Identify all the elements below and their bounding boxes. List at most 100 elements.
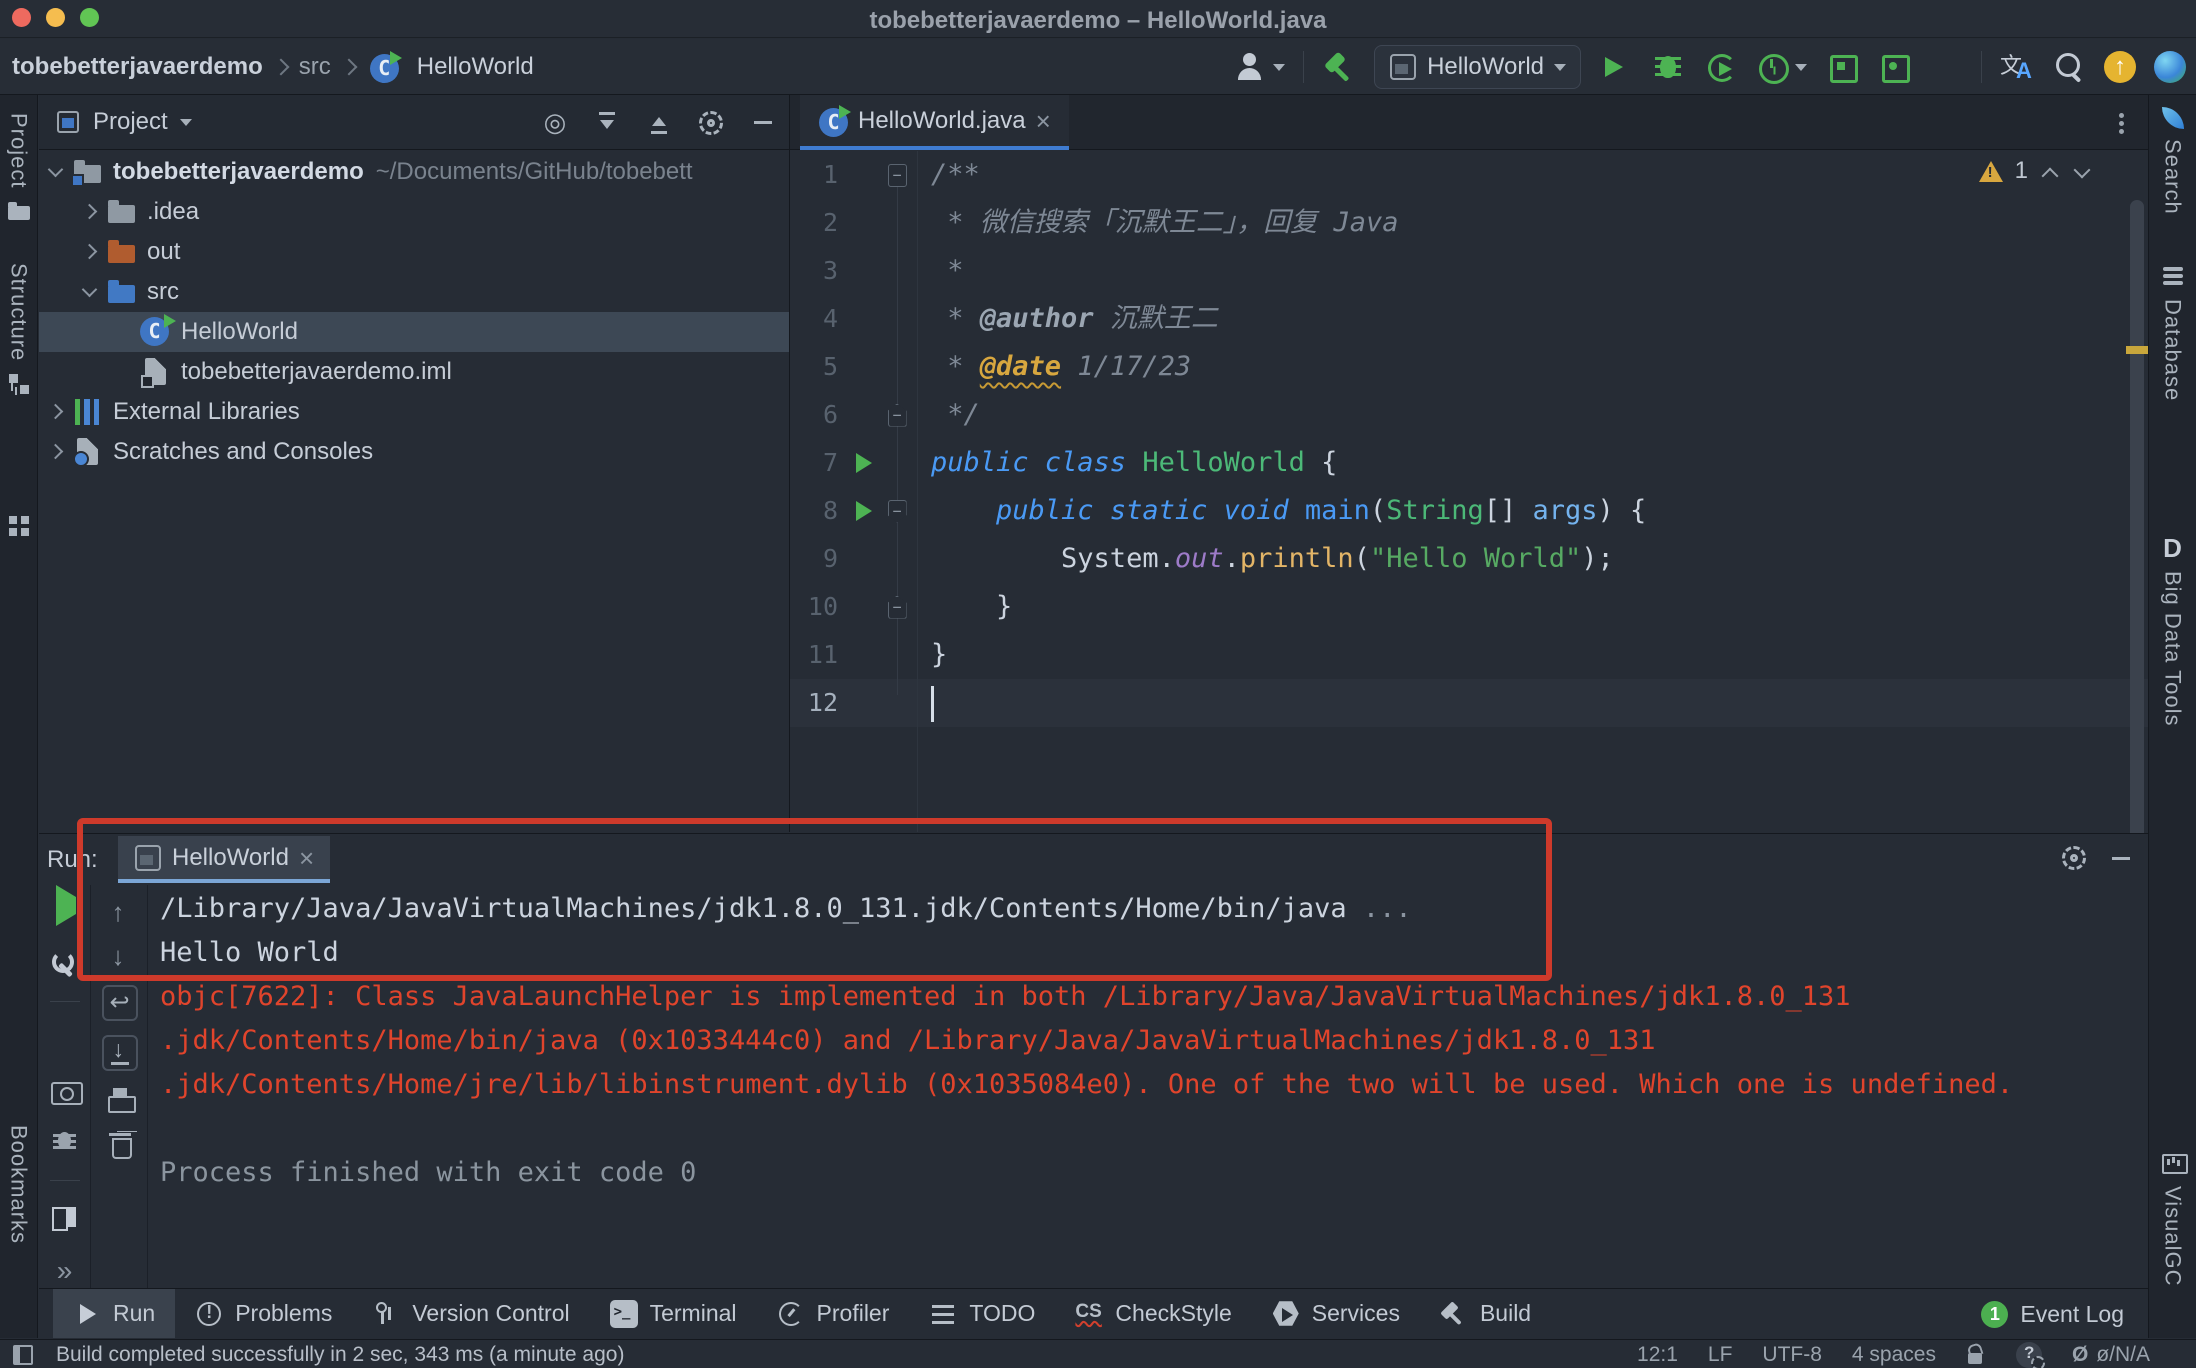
lock-icon[interactable] [1966, 1344, 1986, 1366]
tree-item-helloworld[interactable]: HelloWorld [39, 312, 789, 352]
tree-item-out[interactable]: out [39, 232, 789, 272]
code-line-1[interactable]: 1 −/** [790, 151, 2148, 199]
tree-item-tobebetterjavaerdemo-iml[interactable]: tobebetterjavaerdemo.iml [39, 352, 789, 392]
profile-memory-button[interactable] [1825, 50, 1859, 84]
collapse-all-button[interactable] [633, 106, 685, 140]
breadcrumb-class[interactable]: HelloWorld [417, 53, 534, 81]
attach-debugger-icon[interactable] [50, 1128, 80, 1158]
sidebar-tab-structure[interactable]: Structure [0, 263, 37, 397]
code-line-11[interactable]: 11} [790, 631, 2148, 679]
fold-marker-icon[interactable]: − [887, 595, 907, 619]
code-line-2[interactable]: 2 * 微信搜索「沉默王二」，回复 Java [790, 199, 2148, 247]
memory-indicator[interactable]: Ø ø/N/A [2072, 1343, 2150, 1367]
run-tab-helloworld[interactable]: HelloWorld × [118, 836, 331, 883]
tool-window-button-terminal[interactable]: Terminal [590, 1289, 757, 1338]
chevron-down-icon[interactable] [179, 118, 192, 126]
up-stack-trace-icon[interactable] [105, 897, 135, 928]
breadcrumb-src[interactable]: src [299, 53, 331, 81]
code-line-9[interactable]: 9 System.out.println("Hello World"); [790, 535, 2148, 583]
expand-all-button[interactable] [581, 106, 633, 140]
close-tab-icon[interactable]: × [299, 845, 314, 871]
debug-button[interactable] [1651, 50, 1685, 84]
chevron-down-icon[interactable] [77, 279, 103, 305]
project-panel-title[interactable]: Project [93, 108, 168, 136]
run-with-coverage-button[interactable] [1703, 50, 1737, 84]
tool-window-button-services[interactable]: Services [1252, 1289, 1420, 1338]
search-everywhere-icon[interactable] [2052, 50, 2086, 84]
caret-position[interactable]: 12:1 [1637, 1343, 1678, 1367]
tree-item-idea[interactable]: .idea [39, 192, 789, 232]
code-line-5[interactable]: 5 * @date 1/17/23 [790, 343, 2148, 391]
build-hammer-icon[interactable] [1322, 50, 1356, 84]
indent-setting[interactable]: 4 spaces [1852, 1343, 1936, 1367]
hide-panel-button[interactable] [737, 106, 789, 140]
chevron-right-icon[interactable] [43, 399, 69, 425]
code-line-12[interactable]: 12 [790, 679, 2148, 727]
fold-marker-icon[interactable]: − [887, 499, 907, 523]
fold-marker-icon[interactable]: − [887, 403, 907, 427]
folded-command-line-ellipsis[interactable]: ... [1347, 893, 1412, 924]
sidebar-tab-project[interactable]: Project [0, 113, 37, 224]
file-encoding[interactable]: UTF-8 [1762, 1343, 1822, 1367]
more-actions-chevrons[interactable]: » [57, 1255, 73, 1287]
sidebar-tab-database[interactable]: Database [2149, 263, 2196, 401]
scroll-to-end-icon[interactable] [101, 1035, 138, 1071]
chevron-down-icon[interactable] [43, 159, 69, 185]
editor-scrollbar[interactable] [2130, 200, 2144, 860]
sidebar-tab-search[interactable]: Search [2149, 107, 2196, 215]
tool-window-button-checkstyle[interactable]: CheckStyle [1055, 1289, 1251, 1338]
code-line-10[interactable]: 10 − } [790, 583, 2148, 631]
locate-file-button[interactable]: ◎ [529, 106, 581, 140]
edit-configuration-button[interactable] [50, 949, 80, 979]
chevron-right-icon[interactable] [77, 199, 103, 225]
close-tab-icon[interactable]: × [1036, 108, 1051, 134]
fold-marker-icon[interactable]: − [887, 163, 907, 187]
chevron-right-icon[interactable] [43, 439, 69, 465]
sidebar-tab-commit[interactable] [0, 513, 37, 539]
breadcrumb-project[interactable]: tobebetterjavaerdemo [12, 53, 263, 81]
clear-console-icon[interactable] [105, 1129, 135, 1159]
tool-window-button-todo[interactable]: TODO [909, 1289, 1055, 1338]
restore-layout-icon[interactable] [50, 1203, 80, 1233]
code-with-me-icon[interactable] [2154, 51, 2186, 83]
tool-window-button-build[interactable]: Build [1420, 1289, 1551, 1338]
profiler-menu[interactable] [1755, 50, 1807, 84]
update-available-icon[interactable]: ↑ [2104, 51, 2136, 83]
down-stack-trace-icon[interactable] [105, 941, 135, 972]
tree-item-external-libraries[interactable]: External Libraries [39, 392, 789, 432]
profile-allocations-button[interactable] [1877, 50, 1911, 84]
code-editor[interactable]: 1−/** 2 * 微信搜索「沉默王二」，回复 Java 3 * 4 * @autho… [790, 151, 2148, 727]
minimize-icon[interactable] [2112, 856, 2130, 860]
code-line-8[interactable]: 8 − public static void main(String[] args… [790, 487, 2148, 535]
settings-button[interactable] [685, 106, 737, 140]
event-log-button[interactable]: 1 Event Log [1981, 1289, 2124, 1339]
editor-tab-helloworld[interactable]: HelloWorld.java × [800, 95, 1069, 150]
tree-item-scratches-and-consoles[interactable]: Scratches and Consoles [39, 432, 789, 472]
rerun-button[interactable] [50, 885, 80, 927]
soft-wrap-icon[interactable] [101, 985, 138, 1021]
tool-window-button-profiler[interactable]: Profiler [757, 1289, 910, 1338]
code-line-6[interactable]: 6 − */ [790, 391, 2148, 439]
editor-options-kebab-icon[interactable] [2119, 113, 2124, 118]
line-ending[interactable]: LF [1708, 1343, 1733, 1367]
code-line-7[interactable]: 7 public class HelloWorld { [790, 439, 2148, 487]
tool-window-toggle-icon[interactable] [12, 1344, 34, 1366]
user-menu[interactable] [1233, 50, 1286, 84]
run-button[interactable] [1599, 50, 1633, 84]
code-line-4[interactable]: 4 * @author 沉默王二 [790, 295, 2148, 343]
sidebar-tab-big-data-tools[interactable]: D Big Data Tools [2149, 535, 2196, 726]
tool-window-button-version-control[interactable]: Version Control [352, 1289, 589, 1338]
run-configuration-select[interactable]: HelloWorld [1374, 45, 1581, 89]
tree-item-src[interactable]: src [39, 272, 789, 312]
run-line-icon[interactable] [856, 453, 872, 473]
stop-button[interactable] [1929, 50, 1963, 84]
tool-window-button-problems[interactable]: Problems [175, 1289, 352, 1338]
gear-icon[interactable] [2062, 846, 2086, 870]
chevron-right-icon[interactable] [77, 239, 103, 265]
sidebar-tab-bookmarks[interactable]: Bookmarks [0, 1125, 37, 1244]
tool-window-button-run[interactable]: Run [53, 1289, 176, 1338]
thread-dump-icon[interactable] [50, 1076, 83, 1106]
question-gear-icon[interactable] [2015, 1341, 2045, 1368]
tree-item-tobebetterjavaerdemo[interactable]: tobebetterjavaerdemo ~/Documents/GitHub/t… [39, 152, 789, 192]
sidebar-tab-visualgc[interactable]: VisualGC [2149, 1150, 2196, 1287]
